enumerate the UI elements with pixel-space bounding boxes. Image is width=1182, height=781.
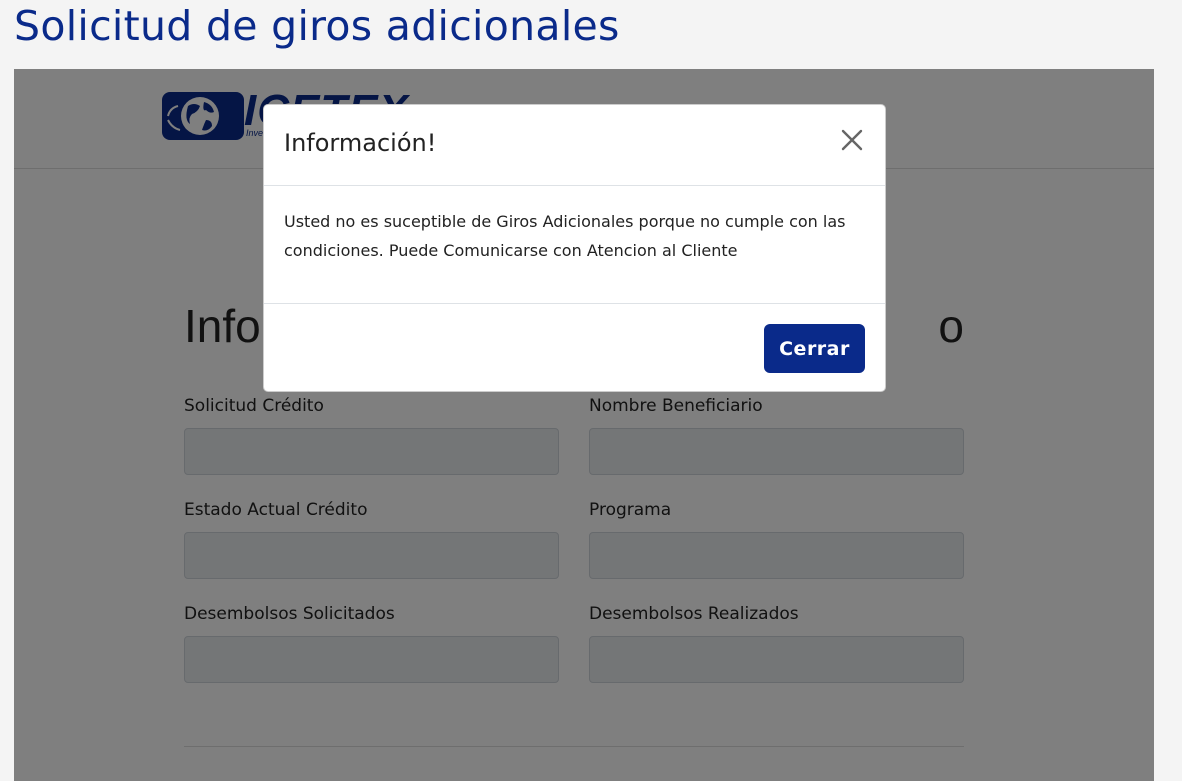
close-button[interactable]: Cerrar xyxy=(764,324,865,373)
modal-message: Usted no es suceptible de Giros Adiciona… xyxy=(264,186,885,304)
modal-title: Información! xyxy=(284,129,437,157)
modal-footer: Cerrar xyxy=(264,304,885,392)
modal-header: Información! xyxy=(264,105,885,186)
info-modal: Información! Usted no es suceptible de G… xyxy=(263,104,886,392)
close-icon[interactable] xyxy=(841,129,863,151)
page-title: Solicitud de giros adicionales xyxy=(14,2,620,50)
